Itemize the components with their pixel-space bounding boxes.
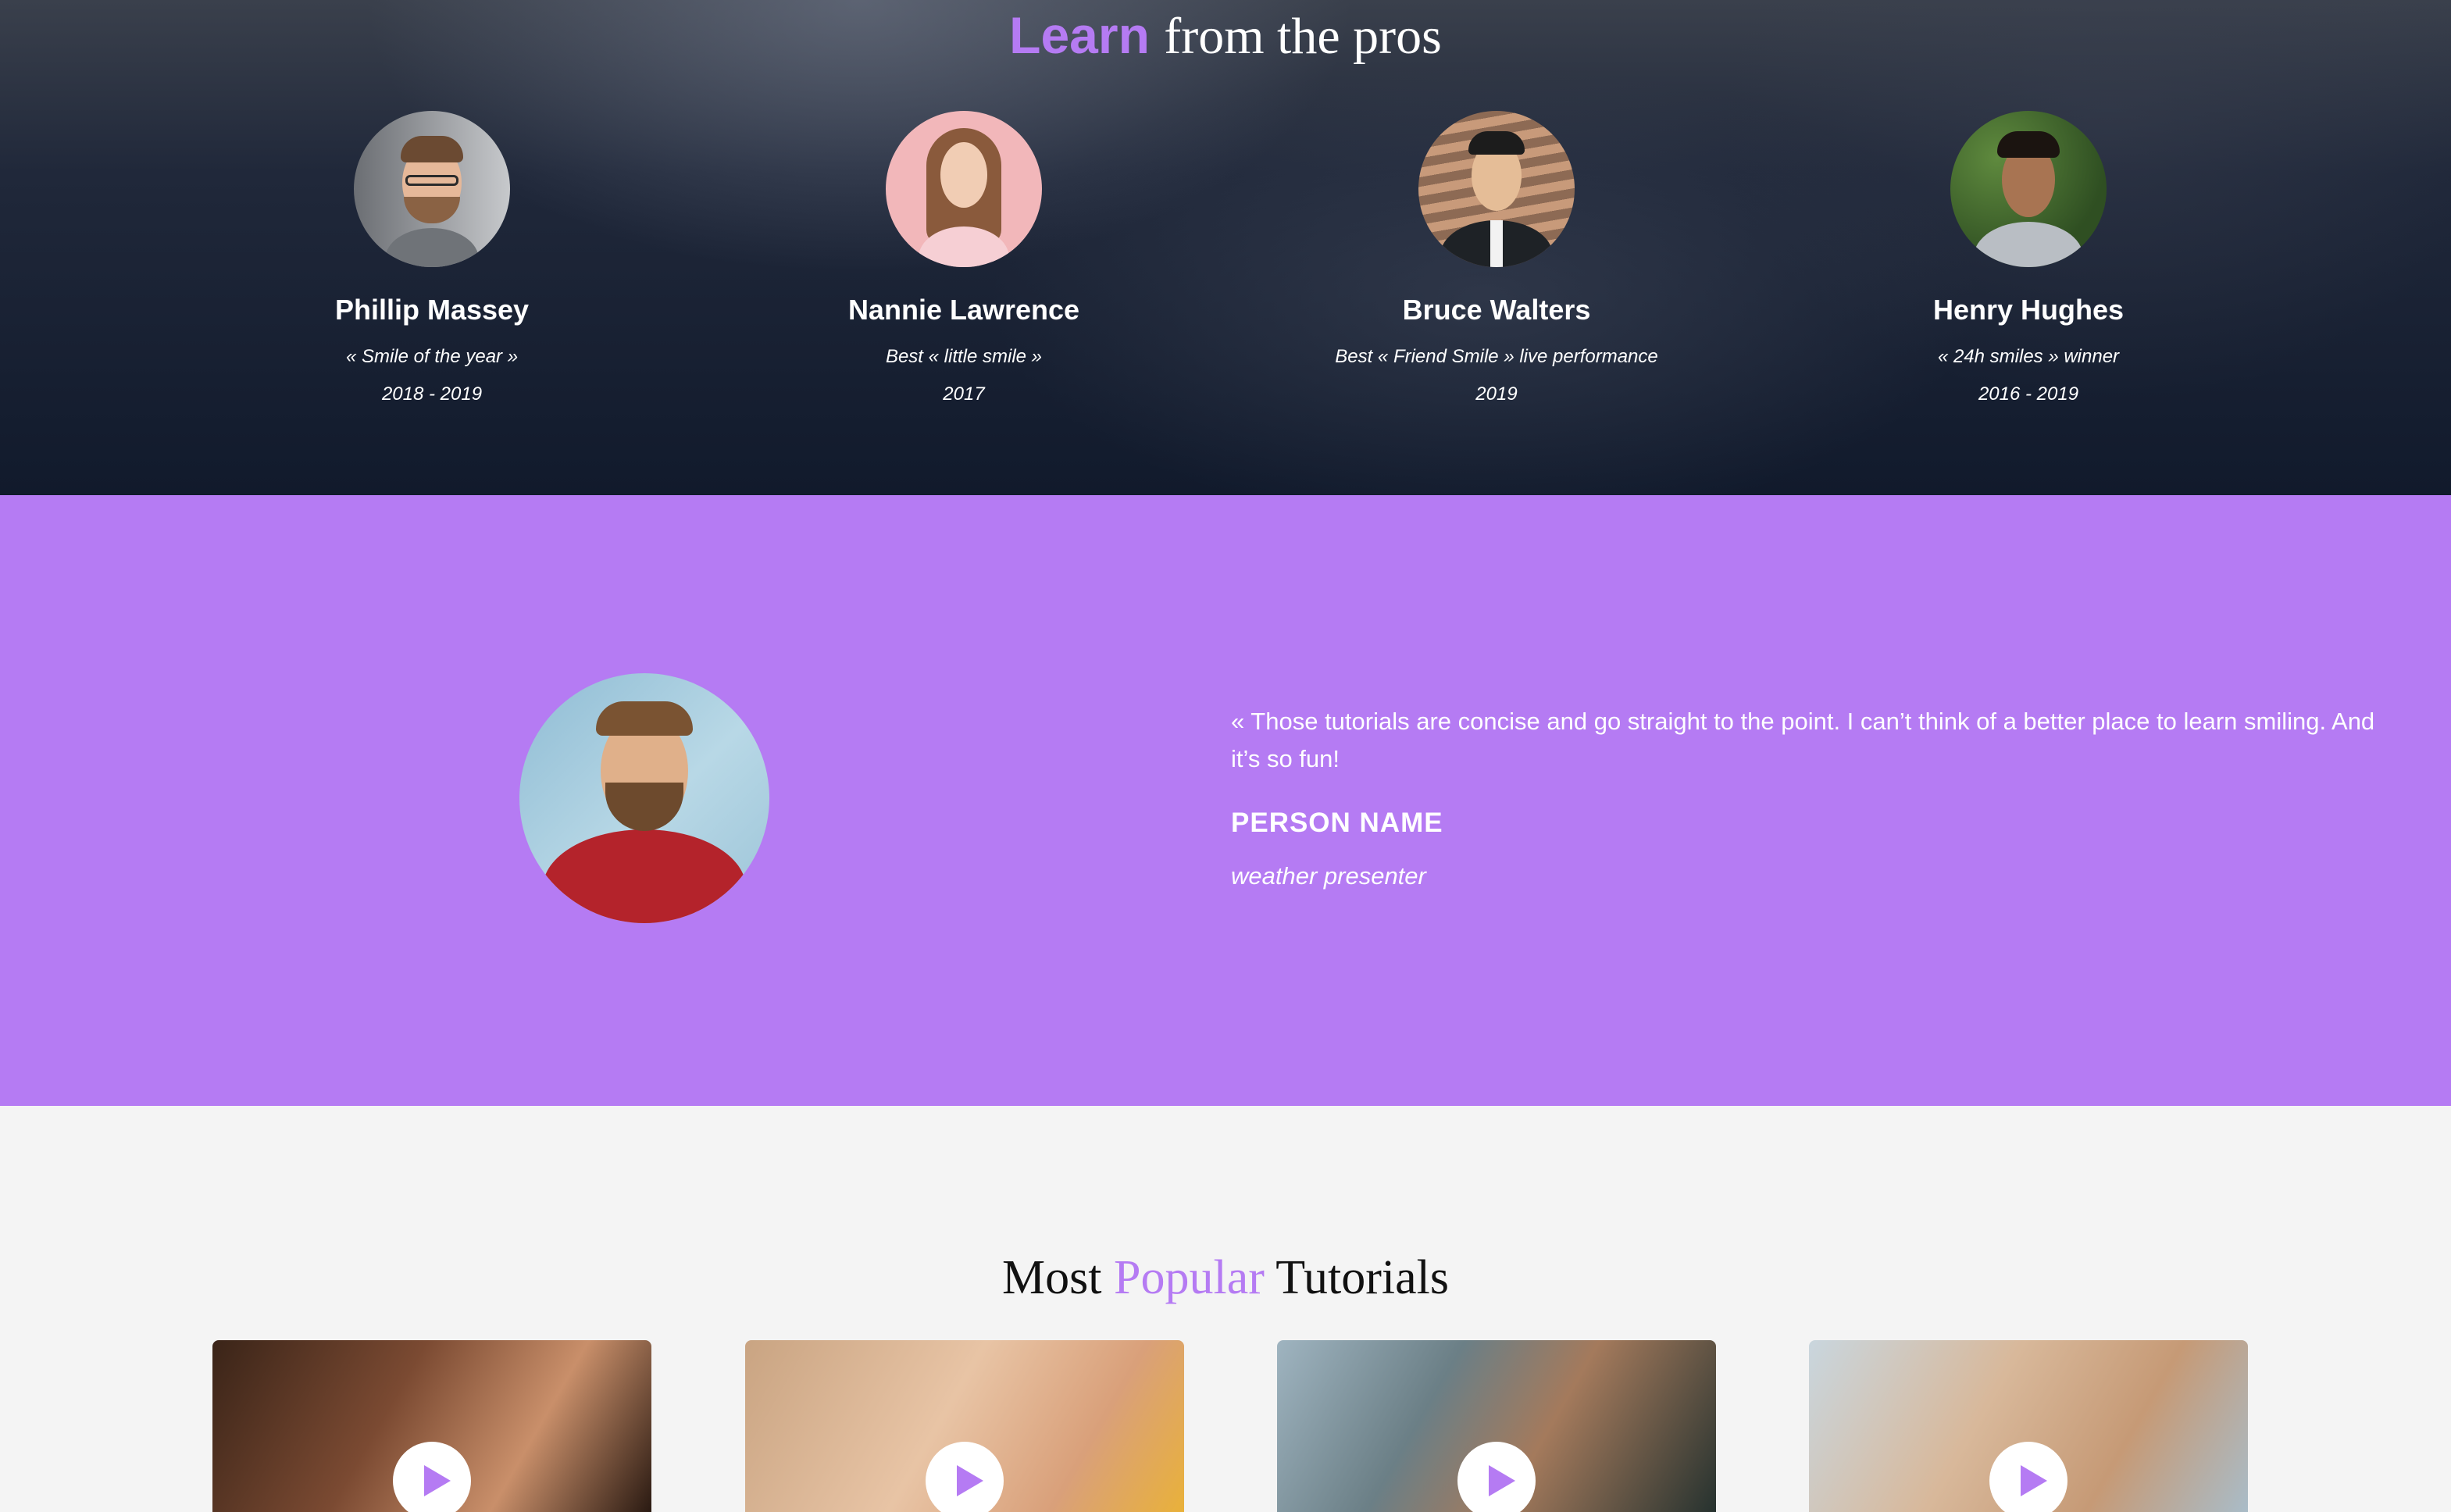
tutorials-title-end: Tutorials: [1275, 1251, 1449, 1304]
pros-title: Learn from the pros: [0, 2, 2451, 70]
tutorials-title-start: Most: [1002, 1251, 1102, 1304]
tutorial-card[interactable]: [745, 1340, 1184, 1512]
pro-award: Best « Friend Smile » live performance: [1335, 346, 1658, 367]
testimonial-role: weather presenter: [1231, 862, 1426, 890]
pros-section: Learn from the pros Phillip Massey « Smi…: [0, 0, 2451, 495]
avatar: [886, 111, 1042, 267]
pro-name: Henry Hughes: [1932, 294, 2125, 326]
pros-title-accent: Learn: [1009, 6, 1150, 64]
play-icon[interactable]: [1989, 1442, 2067, 1512]
pro-card: Bruce Walters Best « Friend Smile » live…: [1262, 111, 1731, 406]
pro-name: Bruce Walters: [1402, 294, 1591, 326]
pro-award: « 24h smiles » winner: [1937, 346, 2120, 367]
testimonial-avatar: [519, 673, 769, 923]
tutorials-title-accent: Popular: [1114, 1251, 1265, 1304]
play-icon[interactable]: [1457, 1442, 1536, 1512]
pro-card: Henry Hughes « 24h smiles » winner 2016 …: [1794, 111, 2263, 406]
pro-years: 2019: [1475, 383, 1518, 405]
testimonial-section: « Those tutorials are concise and go str…: [0, 495, 2451, 1106]
pro-years: 2018 - 2019: [381, 383, 483, 405]
pro-years: 2017: [943, 383, 985, 405]
testimonial-name: PERSON NAME: [1231, 808, 1443, 838]
tutorial-card[interactable]: [1277, 1340, 1716, 1512]
pro-name: Phillip Massey: [334, 294, 530, 326]
play-icon[interactable]: [926, 1442, 1004, 1512]
tutorials-title: Most Popular Tutorials: [0, 1246, 2451, 1309]
avatar: [354, 111, 510, 267]
testimonial-quote: « Those tutorials are concise and go str…: [1231, 708, 2375, 772]
pro-years: 2016 - 2019: [1978, 383, 2079, 405]
tutorials-section: Most Popular Tutorials: [0, 1106, 2451, 1512]
avatar: [1418, 111, 1575, 267]
tutorial-card[interactable]: [212, 1340, 651, 1512]
pro-name: Nannie Lawrence: [847, 294, 1080, 326]
pro-award: « Smile of the year »: [345, 346, 519, 367]
play-icon[interactable]: [393, 1442, 471, 1512]
avatar: [1950, 111, 2107, 267]
pro-card: Phillip Massey « Smile of the year » 201…: [198, 111, 666, 406]
pro-award: Best « little smile »: [885, 346, 1043, 367]
pro-card: Nannie Lawrence Best « little smile » 20…: [730, 111, 1198, 406]
tutorial-card[interactable]: [1809, 1340, 2248, 1512]
pros-grid: Phillip Massey « Smile of the year » 201…: [0, 111, 2451, 439]
pros-title-rest: from the pros: [1164, 8, 1442, 65]
